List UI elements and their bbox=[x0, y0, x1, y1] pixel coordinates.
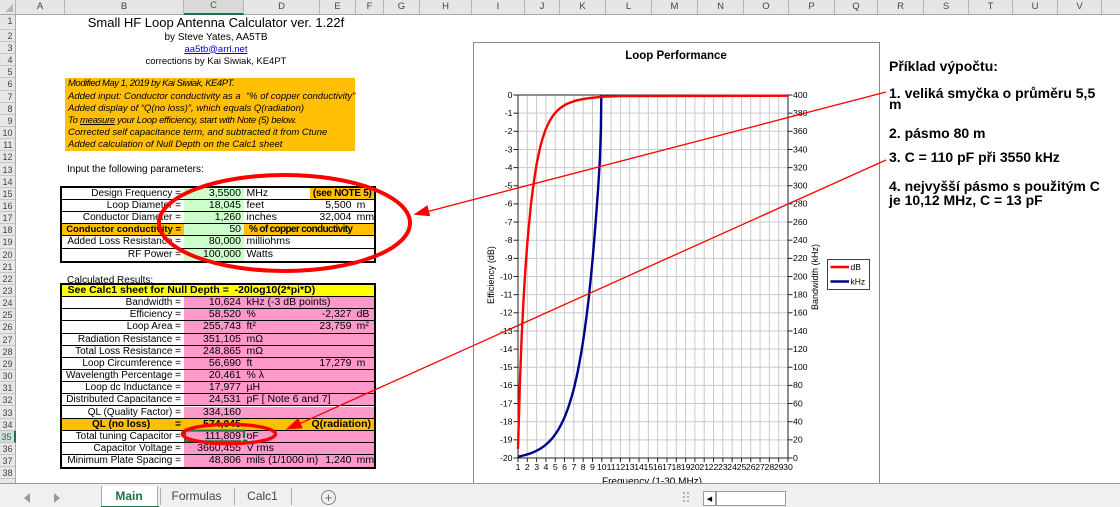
svg-text:160: 160 bbox=[793, 308, 808, 318]
svg-text:380: 380 bbox=[793, 108, 808, 118]
svg-text:dB: dB bbox=[851, 262, 862, 272]
svg-text:25: 25 bbox=[737, 462, 747, 472]
svg-text:2: 2 bbox=[525, 462, 530, 472]
svg-text:320: 320 bbox=[793, 162, 808, 172]
svg-text:kHz: kHz bbox=[851, 277, 866, 287]
svg-text:21: 21 bbox=[699, 462, 709, 472]
svg-text:16: 16 bbox=[653, 462, 663, 472]
svg-text:Loop Performance: Loop Performance bbox=[625, 50, 727, 62]
svg-text:-12: -12 bbox=[500, 308, 513, 318]
svg-text:17: 17 bbox=[662, 462, 672, 472]
svg-text:200: 200 bbox=[793, 271, 808, 281]
svg-text:6: 6 bbox=[562, 462, 567, 472]
svg-text:10: 10 bbox=[597, 462, 607, 472]
svg-text:-5: -5 bbox=[505, 181, 513, 191]
svg-text:80: 80 bbox=[793, 380, 803, 390]
svg-text:Efficiency (dB): Efficiency (dB) bbox=[486, 246, 496, 304]
svg-text:-2: -2 bbox=[505, 126, 513, 136]
svg-text:22: 22 bbox=[709, 462, 719, 472]
svg-text:-17: -17 bbox=[500, 398, 513, 408]
svg-text:5: 5 bbox=[553, 462, 558, 472]
svg-text:300: 300 bbox=[793, 181, 808, 191]
svg-text:28: 28 bbox=[765, 462, 775, 472]
svg-text:20: 20 bbox=[690, 462, 700, 472]
svg-text:Bandwidth (kHz): Bandwidth (kHz) bbox=[810, 244, 820, 310]
svg-text:-14: -14 bbox=[500, 344, 513, 354]
svg-text:120: 120 bbox=[793, 344, 808, 354]
svg-text:11: 11 bbox=[607, 462, 616, 472]
svg-text:4: 4 bbox=[544, 462, 549, 472]
svg-text:12: 12 bbox=[616, 462, 626, 472]
svg-text:-20: -20 bbox=[500, 453, 513, 463]
svg-text:7: 7 bbox=[571, 462, 576, 472]
svg-text:-15: -15 bbox=[500, 362, 513, 372]
svg-text:400: 400 bbox=[793, 90, 808, 100]
svg-text:340: 340 bbox=[793, 144, 808, 154]
svg-text:-7: -7 bbox=[505, 217, 513, 227]
svg-text:-3: -3 bbox=[505, 144, 513, 154]
svg-text:-16: -16 bbox=[500, 380, 513, 390]
svg-text:-10: -10 bbox=[500, 271, 513, 281]
svg-text:13: 13 bbox=[625, 462, 635, 472]
svg-text:14: 14 bbox=[634, 462, 644, 472]
svg-text:1: 1 bbox=[516, 462, 521, 472]
svg-text:24: 24 bbox=[727, 462, 737, 472]
svg-text:0: 0 bbox=[508, 90, 513, 100]
svg-text:-4: -4 bbox=[505, 162, 513, 172]
svg-text:-18: -18 bbox=[500, 417, 513, 427]
svg-text:-6: -6 bbox=[505, 199, 513, 209]
svg-text:40: 40 bbox=[793, 417, 803, 427]
svg-text:9: 9 bbox=[590, 462, 595, 472]
svg-text:60: 60 bbox=[793, 398, 803, 408]
svg-text:280: 280 bbox=[793, 199, 808, 209]
svg-text:100: 100 bbox=[793, 362, 808, 372]
svg-text:220: 220 bbox=[793, 253, 808, 263]
svg-text:-1: -1 bbox=[505, 108, 513, 118]
svg-text:30: 30 bbox=[783, 462, 793, 472]
svg-text:140: 140 bbox=[793, 326, 808, 336]
svg-text:15: 15 bbox=[644, 462, 654, 472]
svg-text:8: 8 bbox=[581, 462, 586, 472]
svg-text:240: 240 bbox=[793, 235, 808, 245]
svg-text:260: 260 bbox=[793, 217, 808, 227]
svg-text:18: 18 bbox=[671, 462, 681, 472]
svg-text:0: 0 bbox=[793, 453, 798, 463]
svg-text:-11: -11 bbox=[501, 289, 513, 299]
svg-text:-19: -19 bbox=[500, 435, 513, 445]
svg-text:27: 27 bbox=[755, 462, 765, 472]
svg-text:-13: -13 bbox=[500, 326, 513, 336]
svg-text:-9: -9 bbox=[505, 253, 513, 263]
svg-text:360: 360 bbox=[793, 126, 808, 136]
svg-text:26: 26 bbox=[746, 462, 756, 472]
svg-text:-8: -8 bbox=[505, 235, 513, 245]
svg-text:23: 23 bbox=[718, 462, 728, 472]
svg-text:20: 20 bbox=[793, 435, 803, 445]
svg-text:19: 19 bbox=[681, 462, 691, 472]
svg-text:180: 180 bbox=[793, 289, 808, 299]
svg-text:3: 3 bbox=[534, 462, 539, 472]
svg-text:29: 29 bbox=[774, 462, 784, 472]
